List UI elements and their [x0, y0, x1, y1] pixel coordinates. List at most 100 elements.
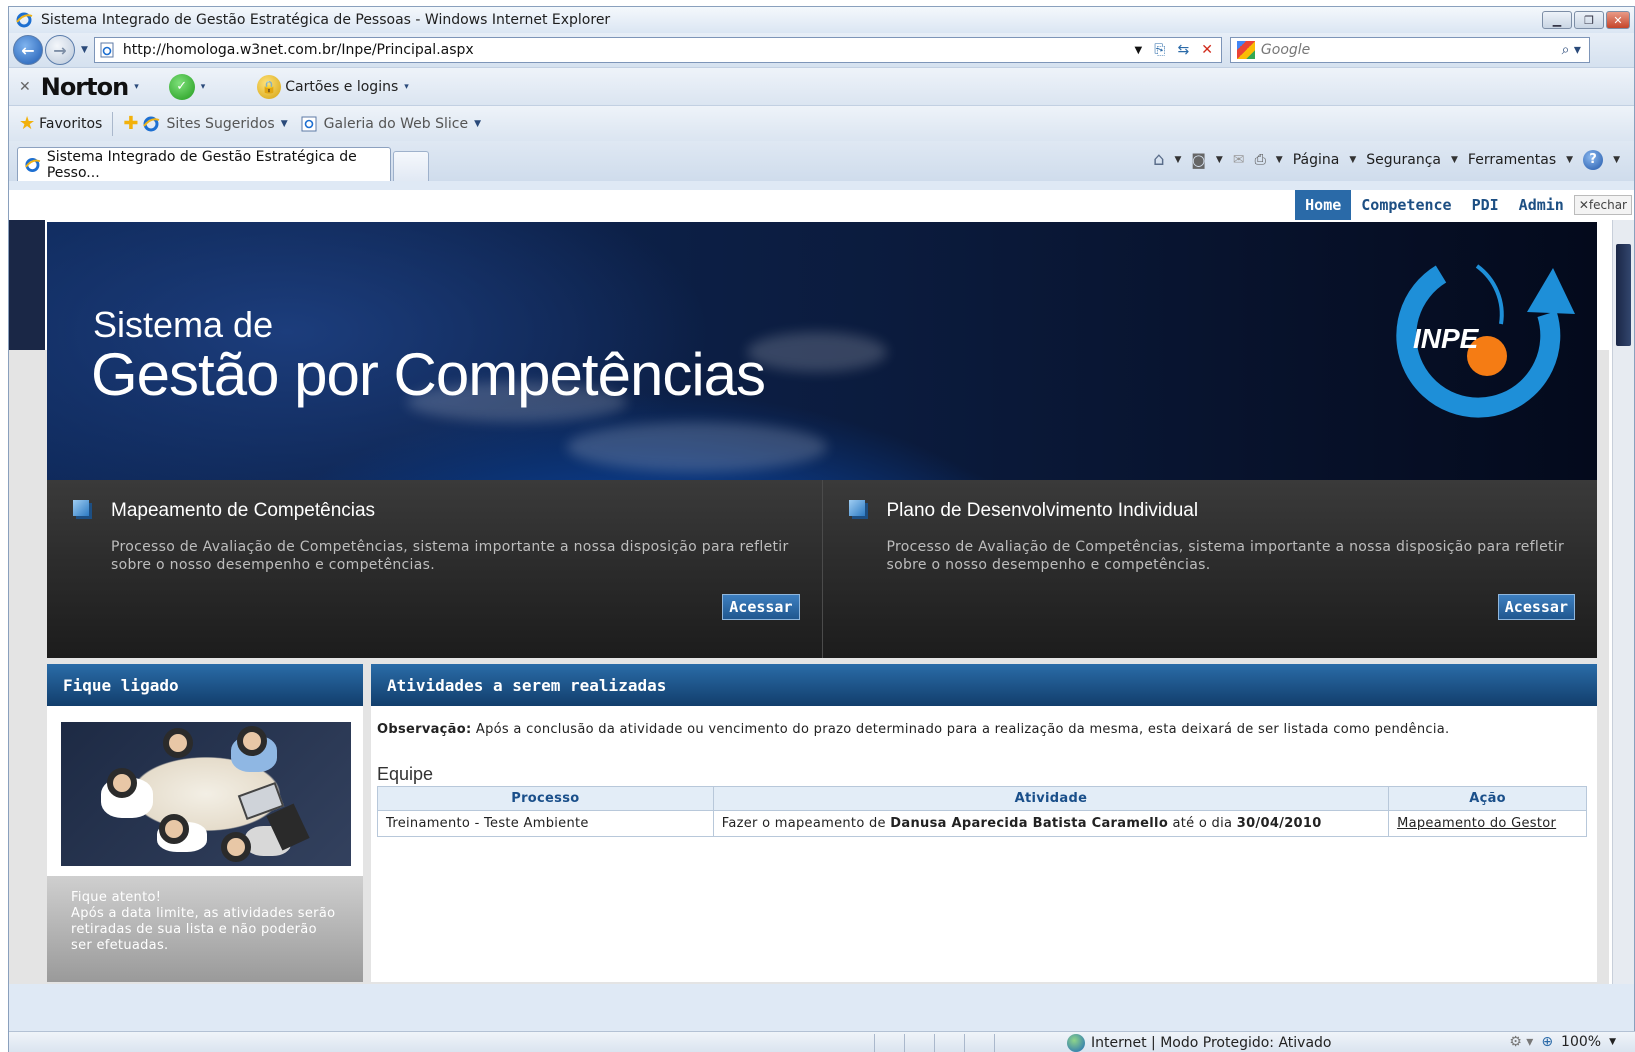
web-slice-dropdown-icon[interactable]: ▼	[474, 119, 481, 129]
minimize-button[interactable]: ▁	[1542, 11, 1572, 29]
url-dropdown-icon[interactable]: ▼	[1135, 45, 1143, 56]
web-slice-gallery-button[interactable]: Galeria do Web Slice	[324, 116, 468, 132]
acessar-pdi-button[interactable]: Acessar	[1497, 594, 1575, 620]
tab-active[interactable]: Sistema Integrado de Gestão Estratégica …	[17, 147, 391, 181]
close-session-button[interactable]: ✕ fechar	[1573, 195, 1632, 215]
norton-dropdown-icon[interactable]: ▾	[134, 82, 139, 92]
nav-home[interactable]: Home	[1295, 190, 1352, 220]
activity-cell: Fazer o mapeamento de Danusa Aparecida B…	[712, 810, 1390, 837]
forward-button[interactable]: →	[45, 35, 75, 65]
cards-dropdown-icon[interactable]: ▾	[404, 82, 409, 92]
vertical-scrollbar[interactable]	[1612, 220, 1634, 984]
add-favorite-icon[interactable]: ✚	[123, 113, 138, 134]
home-icon[interactable]: ⌂	[1153, 149, 1164, 170]
web-slice-icon	[301, 116, 317, 131]
suggested-sites-button[interactable]: Sites Sugeridos	[166, 116, 274, 132]
page-content: Home Competence PDI Admin ✕ fechar Sistem…	[9, 190, 1634, 984]
card-description: Processo de Avaliação de Competências, s…	[886, 539, 1565, 573]
top-navigation: Home Competence PDI Admin ✕ fechar	[9, 190, 1634, 220]
inpe-logo: INPE	[1396, 264, 1575, 418]
close-icon: ✕	[1578, 198, 1589, 212]
restore-button[interactable]: ❐	[1574, 11, 1604, 29]
norton-toolbar: ✕ Norton ▾ ✓ ▾ 🔒 Cartões e logins ▾	[9, 67, 1634, 105]
address-bar: ← → ▼ http://homologa.w3net.com.br/Inpe/…	[9, 33, 1634, 67]
feeds-dropdown-icon[interactable]: ▼	[1216, 155, 1223, 165]
favorites-star-icon: ★	[19, 113, 36, 134]
search-box[interactable]: Google ⌕ ▾	[1229, 37, 1590, 63]
process-cell: Treinamento - Teste Ambiente	[377, 810, 714, 837]
card-title: Plano de Desenvolvimento Individual	[886, 500, 1199, 521]
print-icon[interactable]: ⎙	[1255, 152, 1266, 168]
protected-mode-icon[interactable]: ⚙ ▾	[1509, 1034, 1533, 1050]
ie-logo-icon	[25, 157, 41, 172]
inpe-logo-text: INPE	[1413, 323, 1480, 354]
norton-logo[interactable]: Norton	[41, 73, 129, 101]
observation-text: Observação: Após a conclusão da atividad…	[377, 722, 1450, 737]
mapeamento-gestor-link[interactable]: Mapeamento do Gestor	[1397, 816, 1556, 831]
tab-bar: Sistema Integrado de Gestão Estratégica …	[9, 141, 1634, 181]
page-menu[interactable]: Página	[1293, 152, 1340, 168]
nav-pdi[interactable]: PDI	[1462, 190, 1509, 220]
tab-title: Sistema Integrado de Gestão Estratégica …	[46, 148, 357, 181]
panel-title: Fique ligado	[47, 664, 363, 706]
check-dropdown-icon[interactable]: ▾	[201, 82, 206, 92]
cards-logins-button[interactable]: Cartões e logins	[285, 79, 398, 95]
tools-menu[interactable]: Ferramentas	[1468, 152, 1556, 168]
hero-title: Gestão por Competências	[91, 341, 766, 408]
print-dropdown-icon[interactable]: ▼	[1276, 155, 1283, 165]
zoom-icon: ⊕	[1541, 1034, 1554, 1050]
meeting-photo	[61, 722, 351, 866]
suggested-sites-dropdown-icon[interactable]: ▼	[281, 119, 288, 129]
search-placeholder: Google	[1260, 42, 1311, 58]
url-text: http://homologa.w3net.com.br/Inpe/Princi…	[122, 42, 474, 58]
notice-text: Após a data limite, as atividades serão …	[71, 906, 336, 953]
window-controls: ▁ ❐ ✕	[1542, 11, 1630, 29]
activities-panel: Atividades a serem realizadas Observação…	[371, 664, 1597, 982]
close-window-button[interactable]: ✕	[1606, 11, 1630, 29]
window-title: Sistema Integrado de Gestão Estratégica …	[41, 12, 611, 28]
activities-table: Processo Atividade Ação Treinamento - Te…	[377, 786, 1587, 837]
hero-banner: Sistema de Gestão por Competências INPE	[47, 222, 1597, 480]
zoom-dropdown-icon[interactable]: ▼	[1609, 1037, 1616, 1047]
table-header-row: Processo Atividade Ação	[377, 786, 1587, 811]
page-icon	[100, 42, 114, 58]
nav-admin[interactable]: Admin	[1509, 190, 1574, 220]
security-zone[interactable]: Internet | Modo Protegido: Ativado	[1067, 1034, 1332, 1052]
notice-title: Fique atento!	[71, 890, 162, 905]
nav-competence[interactable]: Competence	[1351, 190, 1461, 220]
zone-text: Internet | Modo Protegido: Ativado	[1091, 1035, 1332, 1051]
security-menu[interactable]: Segurança	[1366, 152, 1441, 168]
check-icon[interactable]: ✓	[168, 73, 195, 100]
favorites-button[interactable]: Favoritos	[39, 116, 102, 132]
feeds-icon[interactable]: ◙	[1191, 151, 1206, 169]
acessar-mapeamento-button[interactable]: Acessar	[722, 594, 800, 620]
scrollbar-thumb[interactable]	[1616, 244, 1631, 346]
search-icon[interactable]: ⌕ ▾	[1562, 42, 1589, 58]
back-button[interactable]: ←	[13, 35, 43, 65]
zoom-control[interactable]: ⚙ ▾ ⊕ 100% ▼	[1509, 1034, 1616, 1050]
card-description: Processo de Avaliação de Competências, s…	[111, 539, 789, 573]
card-mapeamento: Mapeamento de Competências Processo de A…	[47, 480, 822, 658]
recent-pages-dropdown-icon[interactable]: ▼	[81, 45, 88, 55]
browser-window: Sistema Integrado de Gestão Estratégica …	[8, 6, 1635, 1052]
help-icon[interactable]: ?	[1583, 149, 1604, 170]
google-icon	[1236, 41, 1255, 59]
stop-icon[interactable]: ✕	[1201, 42, 1213, 58]
notice-box: Fique atento! Após a data limite, as ati…	[47, 876, 363, 982]
ie-logo-icon	[16, 12, 33, 28]
column-header: Atividade	[712, 786, 1390, 811]
url-field[interactable]: http://homologa.w3net.com.br/Inpe/Princi…	[93, 37, 1222, 63]
section-title: Equipe	[377, 764, 434, 784]
zoom-level: 100%	[1561, 1034, 1602, 1050]
compatibility-view-icon[interactable]: ⎘	[1154, 42, 1165, 58]
refresh-icon[interactable]: ⇆	[1177, 42, 1189, 58]
mail-icon[interactable]: ✉	[1233, 152, 1245, 168]
table-row: Treinamento - Teste Ambiente Fazer o map…	[377, 810, 1587, 837]
close-toolbar-icon[interactable]: ✕	[19, 79, 31, 95]
home-dropdown-icon[interactable]: ▼	[1174, 155, 1181, 165]
column-header: Processo	[377, 786, 714, 811]
lock-icon[interactable]: 🔒	[257, 74, 282, 99]
bullet-square-icon	[73, 500, 89, 516]
new-tab-button[interactable]	[393, 151, 429, 181]
ie-logo-icon	[143, 116, 160, 131]
